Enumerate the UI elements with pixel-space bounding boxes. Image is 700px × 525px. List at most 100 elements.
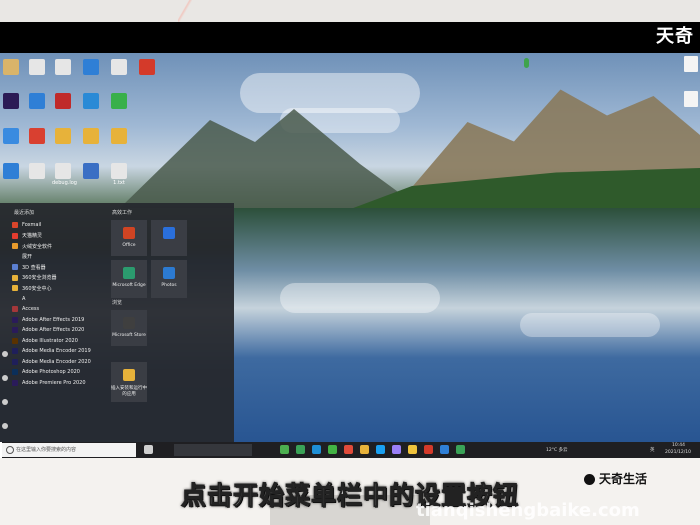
language-indicator[interactable]: 英	[650, 447, 655, 453]
desktop-icon[interactable]	[0, 163, 22, 180]
start-tile[interactable]	[151, 220, 187, 256]
desktop-icon-right-1[interactable]	[684, 56, 698, 72]
desktop-icon-glyph	[83, 128, 99, 144]
desktop-icon-glyph	[111, 59, 127, 75]
desktop-icon[interactable]	[108, 93, 130, 110]
start-app-label: 火绒安全软件	[22, 243, 53, 250]
start-tile[interactable]: Microsoft Store	[111, 310, 147, 346]
start-app-item[interactable]: Adobe After Effects 2019	[12, 315, 107, 326]
desktop-icon-glyph	[111, 163, 127, 179]
taskbar-app-slot[interactable]	[174, 444, 252, 456]
desktop-icon-glyph	[55, 59, 71, 75]
desktop-icon[interactable]	[136, 59, 158, 76]
weather-text[interactable]: 12°C 多云	[546, 447, 568, 453]
desktop-icon[interactable]	[0, 128, 22, 145]
folder-icon[interactable]	[408, 445, 417, 454]
power-icon[interactable]	[2, 423, 8, 429]
wechat-icon[interactable]	[328, 445, 337, 454]
desktop-icon[interactable]: debug.log	[52, 163, 77, 186]
clock-time[interactable]: 10:44	[672, 443, 685, 448]
start-app-item[interactable]: 360安全中心	[12, 283, 107, 294]
app-icon[interactable]	[360, 445, 369, 454]
desktop-icon-glyph	[3, 59, 19, 75]
app-icon[interactable]	[456, 445, 465, 454]
premiere-icon[interactable]	[392, 445, 401, 454]
start-app-item[interactable]: 火绒安全软件	[12, 241, 107, 252]
chrome-icon[interactable]	[280, 445, 289, 454]
user-icon[interactable]	[2, 351, 8, 357]
ai-icon	[12, 337, 18, 344]
folder-icon	[12, 285, 18, 292]
desktop-icon-glyph	[3, 128, 19, 144]
decor-stripe	[178, 0, 192, 22]
start-app-item[interactable]: Adobe Premiere Pro 2020	[12, 378, 107, 389]
desktop-icon[interactable]	[26, 128, 48, 145]
start-app-item[interactable]: 展开	[12, 252, 107, 263]
start-app-item[interactable]: Access	[12, 304, 107, 315]
start-app-item[interactable]: Adobe Media Encoder 2019	[12, 346, 107, 357]
wps-icon[interactable]	[344, 445, 353, 454]
start-app-item[interactable]: Adobe Photoshop 2020	[12, 367, 107, 378]
desktop-icon-glyph	[3, 163, 19, 179]
photos-icon	[163, 267, 175, 279]
360-browser-icon[interactable]	[296, 445, 305, 454]
desktop-icon[interactable]	[108, 128, 130, 145]
desktop-icon-right-2[interactable]	[684, 91, 698, 107]
pr-icon	[12, 379, 18, 386]
photoshop-icon[interactable]	[376, 445, 385, 454]
search-placeholder: 在这里输入你要搜索的内容	[16, 447, 77, 453]
clock-date[interactable]: 2021/12/10	[665, 450, 691, 455]
start-tile[interactable]: Office	[111, 220, 147, 256]
start-tile[interactable]: 插入安装和运行中的应用	[111, 362, 147, 402]
tray-indicator	[524, 58, 529, 68]
start-app-label: 3D 查看器	[22, 264, 46, 271]
start-app-item[interactable]: Adobe Media Encoder 2020	[12, 357, 107, 368]
desktop-icon[interactable]	[26, 59, 48, 76]
start-menu-rail	[0, 203, 10, 442]
desktop-icon-glyph	[3, 93, 19, 109]
start-app-item[interactable]: Adobe Illustrator 2020	[12, 336, 107, 347]
tile-label: Microsoft Edge	[112, 283, 146, 288]
desktop-icon[interactable]	[52, 59, 74, 76]
tile-label: Photos	[161, 283, 177, 288]
start-app-item[interactable]: 3D 查看器	[12, 262, 107, 273]
desktop-icon[interactable]	[26, 93, 48, 110]
desktop-icon[interactable]	[0, 93, 22, 110]
watermark-logo: 天奇	[656, 26, 694, 47]
desktop-icon[interactable]	[0, 59, 22, 76]
start-tile[interactable]: Microsoft Edge	[111, 260, 147, 298]
settings-icon[interactable]	[2, 399, 8, 405]
task-view-icon[interactable]	[144, 445, 153, 454]
desktop-icon-glyph	[111, 128, 127, 144]
start-app-item[interactable]: 天猫精灵	[12, 231, 107, 242]
folder-icon	[12, 274, 18, 281]
start-tile[interactable]: Photos	[151, 260, 187, 298]
tile-label: Office	[122, 243, 136, 248]
desktop-icon[interactable]	[52, 93, 74, 110]
desktop-icon[interactable]	[26, 163, 48, 180]
start-app-label: 天猫精灵	[22, 233, 43, 240]
desktop-icon[interactable]: 1.txt	[108, 163, 130, 186]
desktop-icon[interactable]	[80, 163, 102, 180]
start-app-item[interactable]: 360安全浏览器	[12, 273, 107, 284]
mail-icon	[163, 227, 175, 239]
app-icon[interactable]	[440, 445, 449, 454]
search-box[interactable]: 在这里输入你要搜索的内容	[2, 443, 136, 457]
desktop-icon[interactable]	[52, 128, 74, 145]
desktop-icon[interactable]	[80, 59, 102, 76]
app-icon[interactable]	[424, 445, 433, 454]
desktop-icon[interactable]	[80, 93, 102, 110]
ps-icon	[12, 369, 18, 376]
desktop-icon[interactable]	[80, 128, 102, 145]
start-app-label: Adobe Media Encoder 2019	[22, 348, 91, 355]
desktop-icon-glyph	[83, 93, 99, 109]
start-app-item[interactable]: A	[12, 294, 107, 305]
document-icon[interactable]	[2, 375, 8, 381]
me-icon	[12, 358, 18, 365]
desktop-icon[interactable]	[108, 59, 130, 76]
start-app-label: Adobe Photoshop 2020	[22, 369, 80, 376]
start-app-item[interactable]: Foxmail	[12, 220, 107, 231]
start-app-item[interactable]: Adobe After Effects 2020	[12, 325, 107, 336]
edge-icon[interactable]	[312, 445, 321, 454]
brand-logo-icon	[584, 474, 595, 485]
